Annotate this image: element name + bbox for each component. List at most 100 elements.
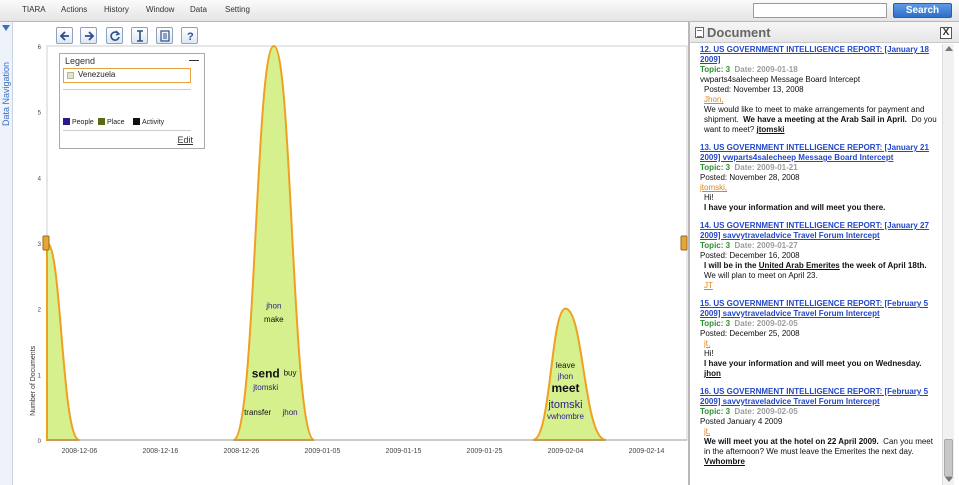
keyword-label: vwhombre: [547, 412, 584, 421]
legend-key-people: People: [63, 118, 94, 126]
report-posted: Posted: December 25, 2008: [700, 329, 800, 338]
legend-item-venezuela[interactable]: Venezuela: [63, 68, 191, 83]
report-date: Date: 2009-01-18: [734, 65, 798, 74]
place-swatch: [98, 118, 105, 125]
y-tick-label: 2: [38, 308, 42, 314]
report-title[interactable]: 12. US GOVERNMENT INTELLIGENCE REPORT: […: [700, 45, 938, 65]
y-tick-label: 0: [38, 439, 42, 445]
report-topic: Topic: 3: [700, 407, 731, 416]
menu-actions[interactable]: Actions: [61, 5, 87, 14]
legend-key-activity-label: Activity: [142, 119, 165, 126]
report-topic: Topic: 3: [700, 163, 731, 172]
legend-collapse-button[interactable]: —: [189, 55, 199, 66]
legend-title: Legend: [65, 56, 96, 66]
report-source: vwparts4salecheep Message Board Intercep…: [700, 75, 861, 84]
document-content: 12. US GOVERNMENT INTELLIGENCE REPORT: […: [700, 45, 938, 475]
search-button[interactable]: Search: [893, 3, 952, 18]
text-cursor-button[interactable]: [131, 27, 148, 44]
report-author[interactable]: jt,: [704, 427, 710, 436]
document-button[interactable]: [156, 27, 173, 44]
y-tick-label: 4: [38, 176, 42, 182]
report-posted: Posted: November 28, 2008: [700, 173, 800, 182]
x-tick-label: 2009-02-14: [629, 448, 665, 455]
back-icon: [59, 31, 69, 41]
report-posted: Posted: November 13, 2008: [704, 85, 804, 94]
report-topic: Topic: 3: [700, 65, 731, 74]
x-tick-label: 2008-12-06: [61, 448, 97, 455]
report-author[interactable]: Jhon,: [704, 95, 724, 104]
chevron-down-icon[interactable]: [2, 25, 10, 31]
legend-key-place-label: Place: [107, 119, 125, 126]
report-15: 15. US GOVERNMENT INTELLIGENCE REPORT: […: [700, 299, 938, 379]
report-line-bold: I have your information and will meet yo…: [704, 359, 922, 368]
menu-setting[interactable]: Setting: [225, 5, 250, 14]
text-cursor-icon: [137, 30, 143, 42]
report-date: Date: 2009-01-27: [734, 241, 798, 250]
document-icon: [160, 30, 170, 42]
legend-edit-link[interactable]: Edit: [177, 135, 193, 145]
y-axis-title: Number of Documents: [30, 345, 37, 416]
report-title[interactable]: 16. US GOVERNMENT INTELLIGENCE REPORT: […: [700, 387, 938, 407]
help-icon: ?: [187, 31, 194, 42]
report-author[interactable]: jtomski,: [700, 183, 727, 192]
report-signoff: Vwhombre: [704, 457, 745, 466]
menu-tiara[interactable]: TIARA: [22, 5, 46, 14]
legend-item-swatch: [67, 72, 74, 79]
keyword-label: jtomski: [547, 399, 582, 411]
data-navigation-panel[interactable]: Data Navigation: [0, 22, 13, 485]
y-tick-label: 3: [38, 242, 42, 248]
menu-window[interactable]: Window: [146, 5, 174, 14]
report-12: 12. US GOVERNMENT INTELLIGENCE REPORT: […: [700, 45, 938, 135]
legend-key-people-label: People: [72, 119, 94, 126]
report-line: Hi!: [704, 349, 714, 358]
report-title[interactable]: 13. US GOVERNMENT INTELLIGENCE REPORT: […: [700, 143, 938, 163]
report-title[interactable]: 15. US GOVERNMENT INTELLIGENCE REPORT: […: [700, 299, 938, 319]
keyword-label: make: [264, 315, 284, 324]
report-body-bold: We will meet you at the hotel on 22 Apri…: [704, 437, 879, 446]
slider-handle-left[interactable]: [42, 235, 50, 251]
scrollbar-thumb[interactable]: [944, 439, 953, 477]
x-tick-label: 2009-01-25: [467, 448, 503, 455]
search-input[interactable]: [753, 3, 887, 18]
legend-divider: [63, 89, 191, 90]
document-icon: [695, 27, 704, 38]
keyword-label: send: [252, 367, 280, 381]
refresh-button[interactable]: [106, 27, 123, 44]
menu-data[interactable]: Data: [190, 5, 207, 14]
report-line-bold: I will be in the United Arab Emerites th…: [700, 261, 938, 271]
y-tick-label: 1: [38, 373, 42, 379]
slider-handle-right[interactable]: [680, 235, 688, 251]
back-button[interactable]: [56, 27, 73, 44]
legend-key-place: Place: [98, 118, 125, 126]
x-tick-label: 2009-01-05: [305, 448, 341, 455]
legend-key-activity: Activity: [133, 118, 164, 126]
report-13: 13. US GOVERNMENT INTELLIGENCE REPORT: […: [700, 143, 938, 213]
report-16: 16. US GOVERNMENT INTELLIGENCE REPORT: […: [700, 387, 938, 467]
report-signoff[interactable]: JT: [704, 281, 713, 290]
forward-button[interactable]: [80, 27, 97, 44]
chart-area: 0 1 2 3 4 5 6 Number of Documents 2008-12-06 2008…: [13, 22, 688, 485]
legend-panel: Legend — Venezuela People Place Activity…: [59, 53, 205, 149]
scroll-up-icon[interactable]: [945, 46, 953, 51]
activity-swatch: [133, 118, 140, 125]
document-scrollbar[interactable]: [942, 44, 954, 485]
keyword-label: jhon: [265, 302, 281, 311]
document-title: Document: [707, 25, 771, 40]
legend-divider-bottom: [63, 130, 191, 131]
menu-history[interactable]: History: [104, 5, 129, 14]
help-button[interactable]: ?: [181, 27, 198, 44]
report-title[interactable]: 14. US GOVERNMENT INTELLIGENCE REPORT: […: [700, 221, 938, 241]
keyword-label: leave: [556, 361, 576, 370]
keyword-label: jhon: [557, 372, 573, 381]
y-tick-label: 6: [38, 45, 42, 51]
close-icon[interactable]: X: [940, 27, 952, 39]
x-tick-label: 2008-12-26: [224, 448, 260, 455]
report-author[interactable]: jt,: [704, 339, 710, 348]
legend-item-label: Venezuela: [78, 70, 116, 79]
report-place-link[interactable]: United Arab Emerites: [759, 261, 840, 270]
scroll-down-icon[interactable]: [945, 477, 953, 482]
report-line-text-2: the week of April 18th.: [841, 261, 927, 270]
report-topic: Topic: 3: [700, 241, 731, 250]
report-line-text: I will be in the: [704, 261, 757, 270]
data-navigation-label[interactable]: Data Navigation: [1, 36, 12, 126]
